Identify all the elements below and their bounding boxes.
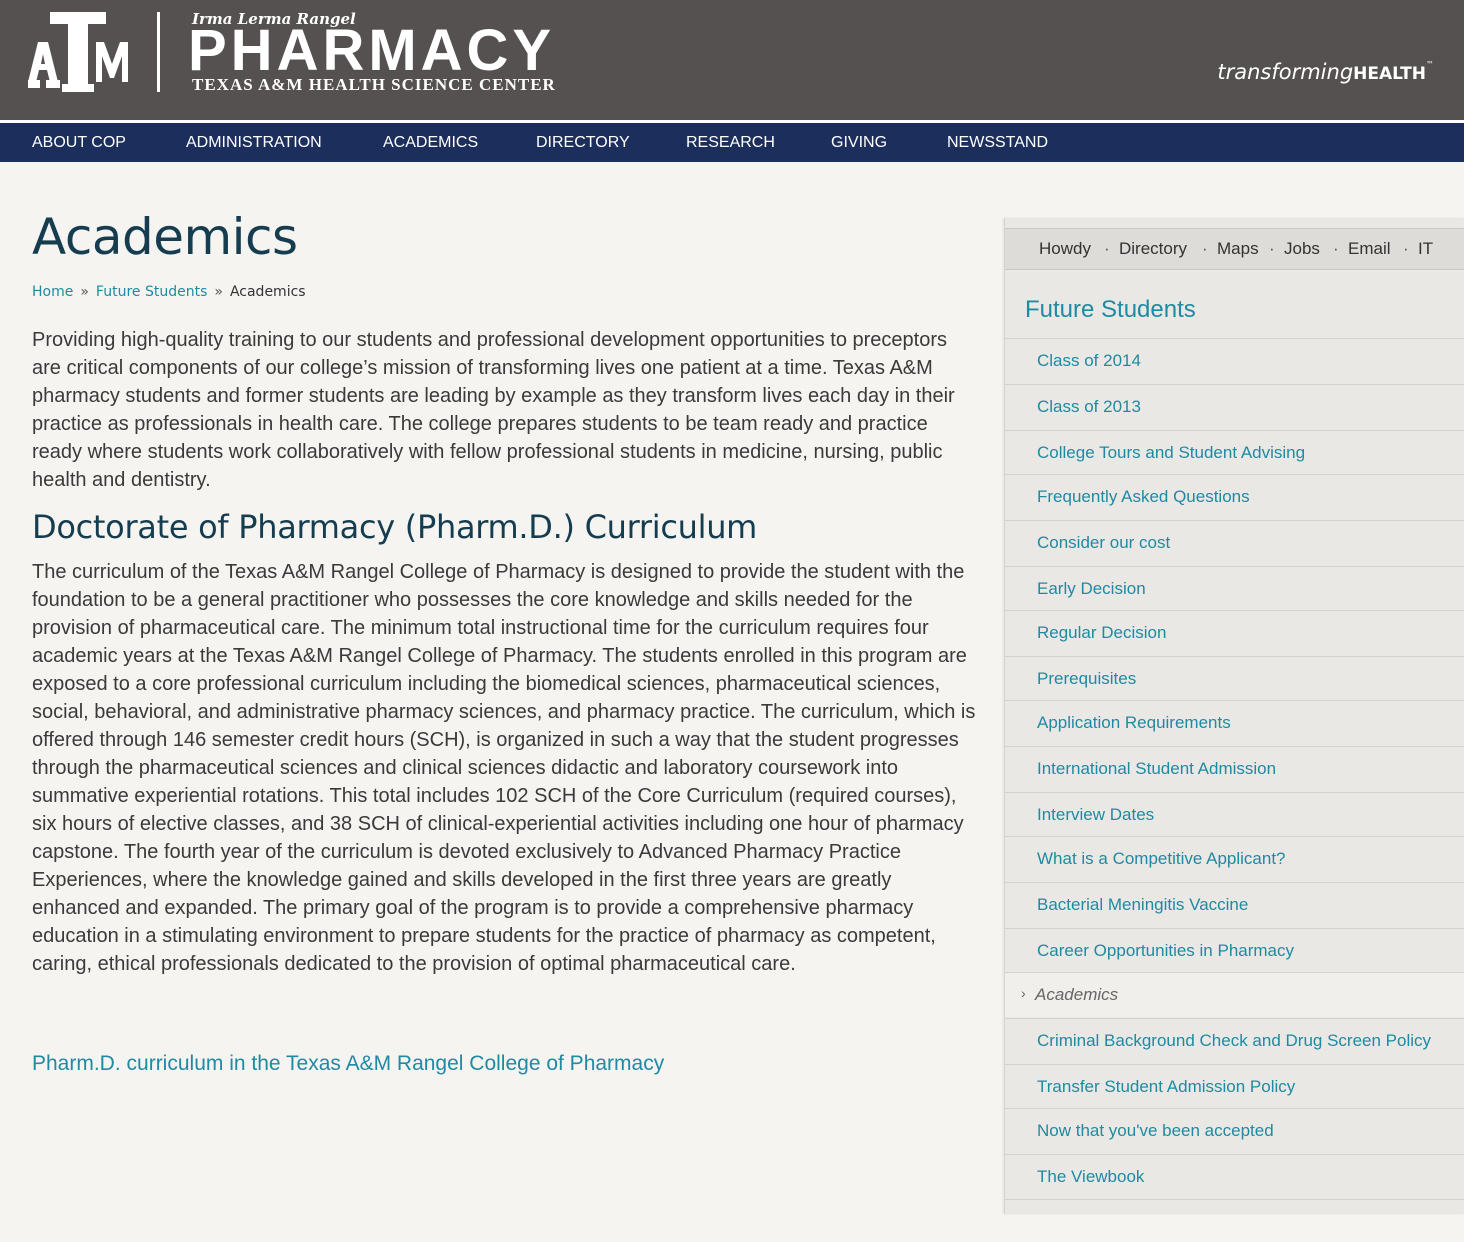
section-heading: Doctorate of Pharmacy (Pharm.D.) Curricu… xyxy=(32,508,758,546)
utility-maps[interactable]: Maps xyxy=(1217,229,1259,269)
tagline-trademark: ™ xyxy=(1426,60,1434,69)
sidebar-item[interactable]: Now that you've been accepted xyxy=(1005,1108,1464,1153)
intro-paragraph: Providing high-quality training to our s… xyxy=(32,329,955,491)
utility-directory[interactable]: Directory xyxy=(1119,229,1187,269)
sidebar-item[interactable]: Frequently Asked Questions xyxy=(1005,474,1464,519)
nav-newsstand[interactable]: NEWSSTAND xyxy=(947,123,1048,162)
sidebar-item[interactable]: International Student Admission xyxy=(1005,746,1464,791)
sidebar-item-label: International Student Admission xyxy=(1037,759,1277,778)
sidebar-item[interactable]: Consider our cost xyxy=(1005,520,1464,565)
sidebar-item-label: Frequently Asked Questions xyxy=(1037,487,1250,506)
sidebar-item-label: Interview Dates xyxy=(1037,805,1155,824)
nav-giving[interactable]: GIVING xyxy=(831,123,887,162)
breadcrumb-home[interactable]: Home xyxy=(32,284,73,300)
main-nav: ABOUT COP ADMINISTRATION ACADEMICS DIREC… xyxy=(0,123,1464,162)
breadcrumb-future-students[interactable]: Future Students xyxy=(96,284,207,300)
sidebar-item[interactable]: Class of 2013 xyxy=(1005,384,1464,429)
breadcrumb-separator: » xyxy=(80,284,89,300)
sidebar-item[interactable]: What is a Competitive Applicant? xyxy=(1005,836,1464,881)
sidebar-item-label: Regular Decision xyxy=(1037,623,1167,642)
sidebar-item[interactable]: Class of 2014 xyxy=(1005,338,1464,383)
utility-separator: · xyxy=(1333,239,1339,258)
logo-health-science-center: TEXAS A&M HEALTH SCIENCE CENTER xyxy=(192,75,556,94)
utility-email[interactable]: Email xyxy=(1348,229,1391,269)
sidebar-item-label: Prerequisites xyxy=(1037,669,1137,688)
nav-administration[interactable]: ADMINISTRATION xyxy=(186,123,322,162)
sidebar-item-label: Class of 2013 xyxy=(1037,397,1141,416)
sidebar: Howdy · Directory · Maps · Jobs · Email … xyxy=(1004,218,1464,1214)
sidebar-item-label: College Tours and Student Advising xyxy=(1037,443,1306,462)
sidebar-item-label: Criminal Background Check and Drug Scree… xyxy=(1037,1031,1432,1050)
breadcrumb-current: Academics xyxy=(229,284,306,300)
sidebar-item-label: Consider our cost xyxy=(1037,533,1171,552)
sidebar-item[interactable]: The Viewbook xyxy=(1005,1154,1464,1199)
chevron-right-icon: › xyxy=(1021,985,1026,1001)
tagline-transforming: transforming xyxy=(1217,60,1354,84)
utility-separator: · xyxy=(1202,239,1208,258)
curriculum-paragraph: The curriculum of the Texas A&M Rangel C… xyxy=(32,561,976,975)
sidebar-item[interactable]: Bacterial Meningitis Vaccine xyxy=(1005,882,1464,927)
sidebar-title[interactable]: Future Students xyxy=(1025,296,1196,324)
tagline-health: HEALTH xyxy=(1353,64,1426,84)
sidebar-menu-end-rule xyxy=(1005,1199,1464,1200)
sidebar-item[interactable]: Regular Decision xyxy=(1005,610,1464,655)
atm-logo-icon[interactable] xyxy=(28,12,128,94)
sidebar-item[interactable]: Career Opportunities in Pharmacy xyxy=(1005,928,1464,973)
sidebar-item-label: What is a Competitive Applicant? xyxy=(1037,849,1286,868)
utility-jobs[interactable]: Jobs xyxy=(1284,229,1320,269)
utility-howdy[interactable]: Howdy xyxy=(1039,229,1091,269)
sidebar-item[interactable]: Early Decision xyxy=(1005,566,1464,611)
nav-about-cop[interactable]: ABOUT COP xyxy=(32,123,126,162)
sidebar-item-label: Transfer Student Admission Policy xyxy=(1037,1077,1296,1096)
utility-separator: · xyxy=(1269,239,1275,258)
nav-academics[interactable]: ACADEMICS xyxy=(383,123,478,162)
sidebar-item-active[interactable]: › Academics xyxy=(1005,972,1464,1017)
utility-separator: · xyxy=(1104,239,1110,258)
nav-research[interactable]: RESEARCH xyxy=(686,123,775,162)
utility-bar: Howdy · Directory · Maps · Jobs · Email … xyxy=(1005,228,1464,270)
pharmd-curriculum-link[interactable]: Pharm.D. curriculum in the Texas A&M Ran… xyxy=(32,1052,664,1076)
sidebar-item[interactable]: College Tours and Student Advising xyxy=(1005,430,1464,475)
site-header: Irma Lerma Rangel PHARMACY TEXAS A&M HEA… xyxy=(0,0,1464,120)
utility-separator: · xyxy=(1403,239,1409,258)
sidebar-item-label: Now that you've been accepted xyxy=(1037,1121,1274,1140)
sidebar-item-label: Class of 2014 xyxy=(1037,351,1141,370)
page-title: Academics xyxy=(32,208,298,266)
sidebar-item[interactable]: Criminal Background Check and Drug Scree… xyxy=(1005,1018,1464,1063)
sidebar-item-label: Academics xyxy=(1035,985,1119,1004)
sidebar-item[interactable]: Application Requirements xyxy=(1005,700,1464,745)
logo-divider xyxy=(157,12,160,92)
sidebar-item-label: Bacterial Meningitis Vaccine xyxy=(1037,895,1249,914)
sidebar-item-label: Early Decision xyxy=(1037,579,1146,598)
breadcrumb: Home » Future Students » Academics xyxy=(32,284,306,300)
nav-directory[interactable]: DIRECTORY xyxy=(536,123,630,162)
tagline: transformingHEALTH™ xyxy=(1217,60,1434,84)
sidebar-item[interactable]: Transfer Student Admission Policy xyxy=(1005,1064,1464,1109)
logo-pharmacy-wordmark[interactable]: PHARMACY xyxy=(188,22,555,80)
sidebar-item-label: Application Requirements xyxy=(1037,713,1231,732)
sidebar-item-label: Career Opportunities in Pharmacy xyxy=(1037,941,1295,960)
sidebar-item[interactable]: Interview Dates xyxy=(1005,792,1464,837)
utility-it[interactable]: IT xyxy=(1418,229,1433,269)
breadcrumb-separator: » xyxy=(214,284,223,300)
sidebar-item[interactable]: Prerequisites xyxy=(1005,656,1464,701)
sidebar-item-label: The Viewbook xyxy=(1037,1167,1145,1186)
